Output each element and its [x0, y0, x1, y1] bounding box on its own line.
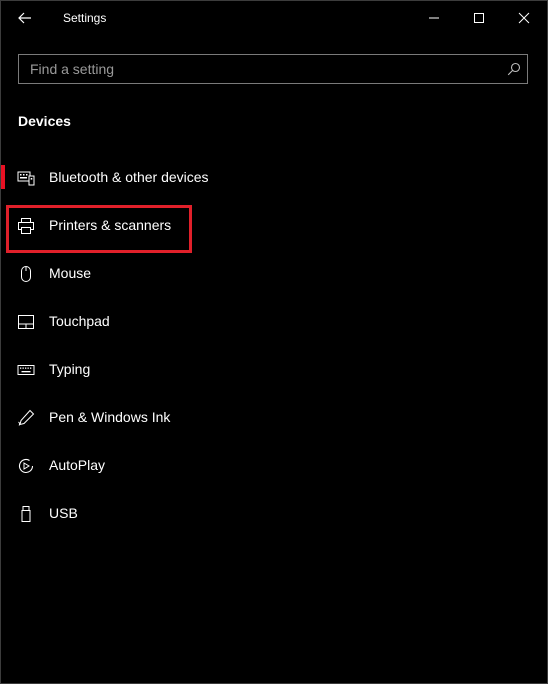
- sidebar-item-pen[interactable]: Pen & Windows Ink: [1, 398, 547, 438]
- sidebar-item-label: Mouse: [49, 265, 92, 281]
- bluetooth-devices-icon: [17, 171, 35, 186]
- sidebar-item-autoplay[interactable]: AutoPlay: [1, 446, 547, 486]
- sidebar-item-label: Pen & Windows Ink: [49, 409, 171, 425]
- highlight-annotation: [6, 205, 192, 253]
- back-button[interactable]: [1, 1, 49, 35]
- sidebar-item-label: USB: [49, 505, 78, 521]
- maximize-button[interactable]: [456, 1, 502, 35]
- mouse-icon: [21, 266, 31, 282]
- section-heading: Devices: [18, 113, 71, 129]
- sidebar-item-typing[interactable]: Typing: [1, 350, 547, 390]
- autoplay-icon: [18, 458, 34, 474]
- sidebar-item-label: Touchpad: [49, 313, 110, 329]
- settings-window: Settings Devices: [0, 0, 548, 684]
- sidebar-item-label: Bluetooth & other devices: [49, 169, 209, 185]
- search-box: [18, 54, 528, 84]
- search-input[interactable]: [19, 55, 510, 83]
- maximize-icon: [474, 13, 484, 23]
- close-icon: [518, 12, 530, 24]
- usb-icon: [21, 506, 31, 522]
- touchpad-icon: [18, 315, 34, 329]
- pen-icon: [18, 409, 35, 426]
- sidebar-item-mouse[interactable]: Mouse: [1, 254, 547, 294]
- window-title: Settings: [63, 11, 107, 25]
- close-button[interactable]: [501, 1, 547, 35]
- minimize-icon: [429, 17, 439, 19]
- back-arrow-icon: [18, 12, 31, 24]
- title-bar: Settings: [1, 1, 547, 35]
- sidebar-item-bluetooth[interactable]: Bluetooth & other devices: [1, 158, 547, 198]
- sidebar-item-label: AutoPlay: [49, 457, 106, 473]
- minimize-button[interactable]: [411, 1, 457, 35]
- sidebar-item-touchpad[interactable]: Touchpad: [1, 302, 547, 342]
- sidebar-item-label: Typing: [49, 361, 91, 377]
- sidebar-item-usb[interactable]: USB: [1, 494, 547, 534]
- search-icon[interactable]: [507, 62, 521, 76]
- keyboard-icon: [17, 365, 35, 375]
